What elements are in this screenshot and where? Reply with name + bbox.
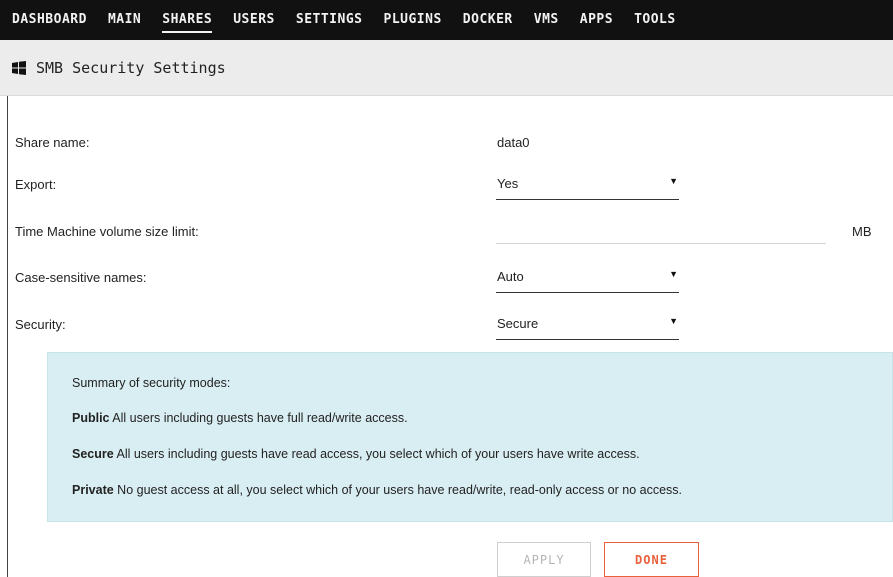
windows-icon [12, 60, 26, 75]
section-header: SMB Security Settings [0, 40, 893, 96]
nav-docker[interactable]: DOCKER [463, 0, 513, 40]
export-label: Export: [15, 177, 57, 192]
nav-dashboard[interactable]: DASHBOARD [12, 0, 87, 40]
export-select[interactable]: Yes ▼ [496, 172, 679, 200]
summary-public: Public All users including guests have f… [72, 411, 408, 425]
size-unit: MB [852, 224, 872, 239]
caret-down-icon: ▼ [669, 176, 678, 186]
security-value: Secure [497, 316, 539, 331]
security-select[interactable]: Secure ▼ [496, 312, 679, 340]
case-sensitive-label: Case-sensitive names: [15, 270, 147, 285]
summary-private: Private No guest access at all, you sele… [72, 483, 682, 497]
time-machine-label: Time Machine volume size limit: [15, 224, 199, 239]
case-sensitive-value: Auto [497, 269, 524, 284]
page-title: SMB Security Settings [36, 58, 226, 77]
nav-plugins[interactable]: PLUGINS [384, 0, 442, 40]
mode-public: Public [72, 411, 110, 425]
nav-apps[interactable]: APPS [580, 0, 613, 40]
mode-public-desc: All users including guests have full rea… [109, 411, 408, 425]
summary-heading: Summary of security modes: [72, 376, 231, 390]
export-value: Yes [497, 176, 519, 191]
mode-private-desc: No guest access at all, you select which… [113, 483, 683, 497]
nav-settings[interactable]: SETTINGS [296, 0, 363, 40]
apply-button[interactable]: APPLY [497, 542, 591, 577]
caret-down-icon: ▼ [669, 269, 678, 279]
top-navigation: DASHBOARD MAIN SHARES USERS SETTINGS PLU… [0, 0, 893, 40]
nav-users[interactable]: USERS [233, 0, 275, 40]
done-button[interactable]: DONE [604, 542, 699, 577]
caret-down-icon: ▼ [669, 316, 678, 326]
share-name-value: data0 [497, 135, 530, 150]
nav-shares[interactable]: SHARES [162, 0, 213, 40]
share-name-label: Share name: [15, 135, 90, 150]
summary-secure: Secure All users including guests have r… [72, 447, 640, 461]
content-border [7, 96, 8, 577]
nav-main[interactable]: MAIN [108, 0, 141, 40]
mode-secure: Secure [72, 447, 114, 461]
nav-tools[interactable]: TOOLS [634, 0, 676, 40]
security-modes-summary: Summary of security modes: Public All us… [47, 352, 893, 522]
case-sensitive-select[interactable]: Auto ▼ [496, 265, 679, 293]
mode-secure-desc: All users including guests have read acc… [113, 447, 640, 461]
security-label: Security: [15, 317, 66, 332]
nav-vms[interactable]: VMS [534, 0, 559, 40]
mode-private: Private [72, 483, 114, 497]
time-machine-size-input[interactable] [496, 218, 826, 244]
